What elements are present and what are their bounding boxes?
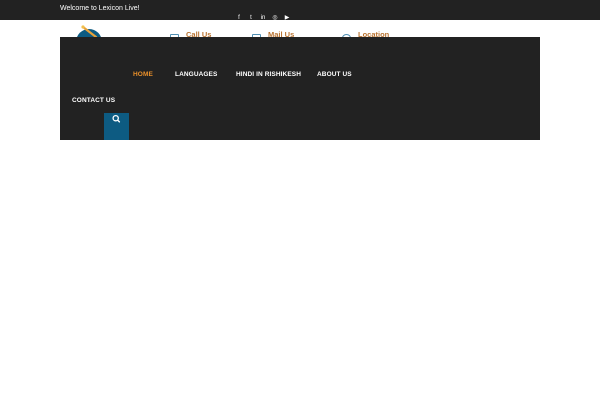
linkedin-icon[interactable]: in (260, 15, 266, 21)
youtube-icon[interactable]: ▶ (284, 15, 290, 21)
nav-home[interactable]: HOME (133, 71, 153, 79)
nav-hindi-in-rishikesh[interactable]: HINDI IN RISHIKESH (236, 71, 301, 79)
welcome-text: Welcome to Lexicon Live! (60, 5, 140, 12)
search-icon (112, 114, 121, 123)
facebook-icon[interactable]: f (236, 15, 242, 21)
nav-languages[interactable]: LANGUAGES (175, 71, 217, 79)
twitter-icon[interactable]: t (248, 15, 254, 21)
nav-contact-us[interactable]: CONTACT US (72, 97, 115, 105)
main-menu: HOME LANGUAGES HINDI IN RISHIKESH ABOUT … (60, 37, 540, 140)
instagram-icon[interactable]: ◎ (272, 15, 278, 21)
top-bar: Welcome to Lexicon Live! (0, 0, 600, 20)
search-button[interactable] (104, 113, 129, 140)
nav-about-us[interactable]: ABOUT US (317, 71, 352, 79)
social-links: f t in ◎ ▶ (236, 15, 290, 25)
